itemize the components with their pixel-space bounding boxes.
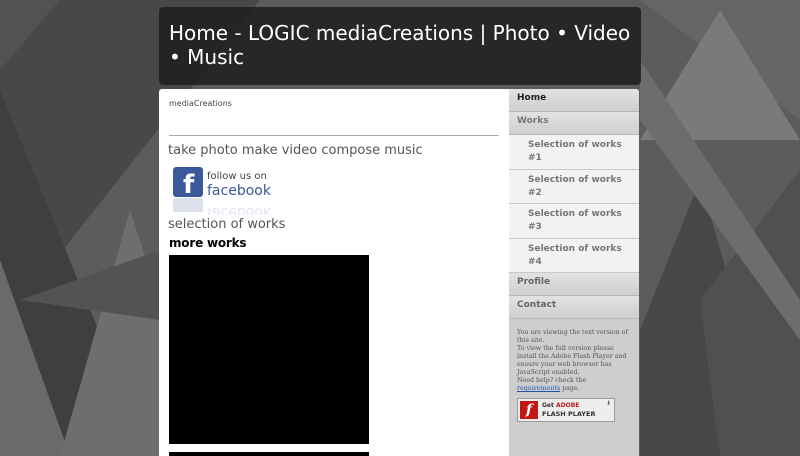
notice-line-3: Need help? check the requirements page. <box>517 377 631 393</box>
flash-icon: f <box>520 401 538 419</box>
nav-item-profile[interactable]: Profile <box>509 273 639 296</box>
company-name: mediaCreations <box>169 99 232 108</box>
subnav-item-works-4[interactable]: Selection of works #4 <box>509 238 639 273</box>
facebook-reflection: facebook <box>207 204 272 215</box>
nav-item-home[interactable]: Home <box>509 89 639 112</box>
main-content: mediaCreations take photo make video com… <box>159 89 509 456</box>
nav-item-works[interactable]: Works <box>509 112 639 135</box>
flash-player-label: FLASH PLAYER <box>542 410 596 418</box>
divider <box>169 135 499 136</box>
svg-text:f: f <box>183 170 195 200</box>
site-title: Home - LOGIC mediaCreations | Photo • Vi… <box>169 21 631 69</box>
facebook-line1: follow us on <box>207 171 267 182</box>
flash-get-label: Get <box>542 402 554 409</box>
facebook-follow-badge[interactable]: f follow us on facebook facebook <box>171 165 281 215</box>
facebook-line2: facebook <box>207 183 272 199</box>
notice-help-text: Need help? check the <box>517 377 587 384</box>
notice-line-1: You are viewing the text version of this… <box>517 329 628 344</box>
download-arrow-icon: ⬇ <box>605 400 611 407</box>
facebook-icon: f <box>173 167 203 212</box>
subnav-item-works-3[interactable]: Selection of works #3 <box>509 204 639 239</box>
tagline: take photo make video compose music <box>168 143 423 158</box>
requirements-link[interactable]: requirements <box>517 385 560 392</box>
notice-page-text: page. <box>562 385 580 392</box>
flash-get-text: Get ADOBE <box>542 402 579 409</box>
site-header: Home - LOGIC mediaCreations | Photo • Vi… <box>159 7 641 85</box>
video-player-2[interactable] <box>169 452 369 456</box>
video-player-1[interactable] <box>169 255 369 444</box>
section-label: selection of works <box>168 217 286 232</box>
notice-line-2: To view the full version please install … <box>517 345 627 376</box>
more-works-heading: more works <box>169 236 247 250</box>
subnav-item-works-2[interactable]: Selection of works #2 <box>509 169 639 204</box>
nav-item-contact[interactable]: Contact <box>509 296 639 319</box>
text-version-notice: You are viewing the text version of this… <box>509 319 639 393</box>
get-flash-player-button[interactable]: f Get ADOBE FLASH PLAYER ⬇ <box>517 398 615 422</box>
subnav-item-works-1[interactable]: Selection of works #1 <box>509 135 639 170</box>
sidebar-nav: Home Works Selection of works #1 Selecti… <box>509 89 639 456</box>
adobe-label: ADOBE <box>555 402 580 409</box>
